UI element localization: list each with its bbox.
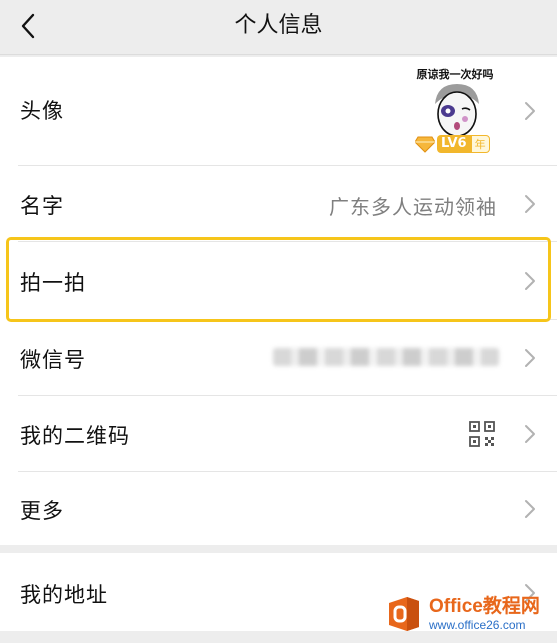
row-more[interactable]: 更多 — [0, 472, 557, 545]
row-more-label: 更多 — [20, 499, 64, 523]
diamond-icon — [415, 136, 435, 153]
row-name[interactable]: 名字 广东多人运动领袖 — [0, 166, 557, 242]
row-address-label: 我的地址 — [20, 583, 108, 607]
row-pat-label: 拍一拍 — [20, 271, 86, 295]
wechat-id-value-blurred — [273, 348, 499, 366]
office-logo-icon — [389, 597, 419, 631]
row-wechat-id[interactable]: 微信号 — [0, 320, 557, 396]
row-qr-code[interactable]: 我的二维码 — [0, 396, 557, 472]
row-wechat-id-label: 微信号 — [20, 348, 86, 372]
row-pat[interactable]: 拍一拍 — [0, 242, 557, 320]
row-avatar[interactable]: 头像 原谅我一次好吗 LV6 年 — [0, 57, 557, 166]
chevron-right-icon — [525, 195, 535, 213]
chevron-right-icon — [525, 500, 535, 518]
qr-code-icon — [469, 421, 495, 447]
level-text: LV6 — [437, 135, 471, 153]
level-badge: LV6 年 — [415, 134, 490, 154]
chevron-right-icon — [525, 272, 535, 290]
row-avatar-label: 头像 — [20, 99, 64, 123]
row-name-label: 名字 — [20, 194, 64, 218]
row-name-value: 广东多人运动领袖 — [329, 195, 497, 219]
level-sub: 年 — [470, 135, 490, 153]
chevron-right-icon — [525, 425, 535, 443]
watermark: Office教程网 www.office26.com — [385, 591, 551, 637]
watermark-url: www.office26.com — [429, 618, 526, 632]
chevron-right-icon — [525, 102, 535, 120]
chevron-right-icon — [525, 349, 535, 367]
avatar[interactable]: 原谅我一次好吗 LV6 年 — [409, 64, 501, 162]
title-bar: 个人信息 — [0, 0, 557, 55]
profile-settings-list: 头像 原谅我一次好吗 LV6 年 名字 广东多人运动领袖 拍一拍 微信号 我的二… — [0, 57, 557, 545]
page-title: 个人信息 — [234, 13, 323, 38]
watermark-title: Office教程网 — [429, 596, 540, 617]
row-qr-code-label: 我的二维码 — [20, 424, 130, 448]
